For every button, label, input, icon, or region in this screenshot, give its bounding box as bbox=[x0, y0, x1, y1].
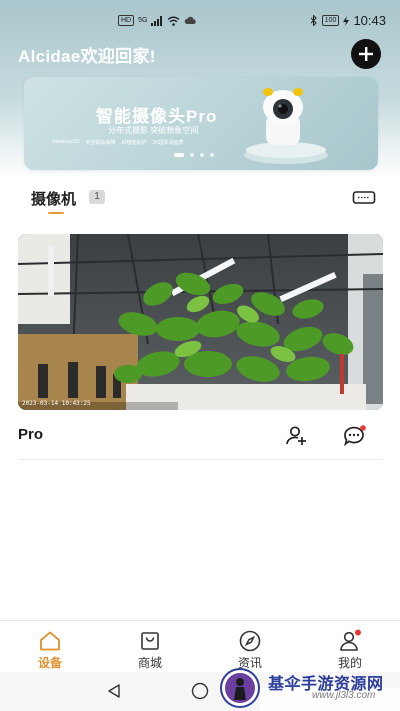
pagination-dot bbox=[190, 153, 194, 157]
banner-title: 智能摄像头Pro bbox=[96, 107, 218, 126]
plus-icon bbox=[359, 47, 373, 61]
back-icon[interactable] bbox=[106, 683, 122, 699]
active-tab-underline bbox=[48, 212, 64, 214]
signal-label: 5G bbox=[138, 17, 148, 24]
section-title-cameras[interactable]: 摄像机 bbox=[31, 188, 76, 209]
messages-button[interactable] bbox=[342, 424, 368, 448]
status-right: 100 10:43 bbox=[310, 13, 386, 28]
message-icon bbox=[344, 425, 366, 447]
greeting-title: Alcidae欢迎回家! bbox=[18, 47, 156, 66]
shopping-bag-icon bbox=[141, 632, 159, 650]
camera-name[interactable]: Pro bbox=[18, 426, 43, 443]
device-count-badge: 1 bbox=[89, 190, 105, 204]
wifi-icon bbox=[168, 16, 180, 26]
list-view-icon bbox=[352, 191, 376, 204]
bluetooth-icon bbox=[310, 15, 317, 26]
battery-indicator: 100 bbox=[321, 15, 340, 26]
banner-tag: 2K超高清画质 bbox=[152, 140, 184, 146]
tab-shop[interactable]: 商城 bbox=[110, 621, 190, 673]
pagination-dot bbox=[174, 153, 184, 157]
share-device-button[interactable] bbox=[284, 424, 308, 448]
camera-product-image bbox=[244, 88, 328, 164]
tab-devices[interactable]: 设备 bbox=[10, 621, 90, 673]
tab-label: 商城 bbox=[137, 656, 162, 670]
banner-tag: HarmonyOS bbox=[52, 139, 80, 145]
status-bar: HD 5G 100 10:43 bbox=[0, 0, 400, 36]
profile-icon bbox=[340, 629, 361, 651]
status-time: 10:43 bbox=[353, 13, 386, 28]
camera-osd-timestamp: 2023-03-14 10:43:25 bbox=[22, 400, 91, 407]
camera-live-preview[interactable]: 2023-03-14 10:43:25 bbox=[18, 234, 383, 410]
status-left: HD 5G bbox=[118, 15, 197, 26]
pagination-dot bbox=[200, 153, 204, 157]
banner-subtitle: 分布式摄影 突破想象空间 bbox=[108, 126, 199, 135]
pagination-dot bbox=[210, 153, 214, 157]
camera-feed-image bbox=[18, 234, 383, 410]
cloud-icon bbox=[185, 16, 197, 24]
view-toggle-button[interactable] bbox=[352, 190, 376, 207]
divider bbox=[18, 459, 383, 460]
banner-tags: HarmonyOS 安全隐私保障 AI智能看护 2K超高清画质 bbox=[52, 139, 183, 146]
watermark-url: www.jl3l3.com bbox=[312, 690, 376, 701]
hd-badge: HD bbox=[118, 15, 135, 26]
signal-icon bbox=[151, 15, 163, 26]
banner-tag: 安全隐私保障 bbox=[85, 140, 116, 146]
add-user-icon bbox=[286, 426, 306, 445]
compass-icon bbox=[239, 630, 261, 652]
banner-tag: AI智能看护 bbox=[121, 140, 147, 146]
add-device-button[interactable] bbox=[351, 39, 381, 69]
tab-label: 设备 bbox=[37, 656, 62, 670]
promo-banner[interactable]: 智能摄像头Pro 分布式摄影 突破想象空间 HarmonyOS 安全隐私保障 A… bbox=[24, 77, 378, 170]
banner-pagination bbox=[174, 153, 214, 157]
charging-icon bbox=[343, 15, 350, 26]
home-icon bbox=[40, 631, 60, 651]
